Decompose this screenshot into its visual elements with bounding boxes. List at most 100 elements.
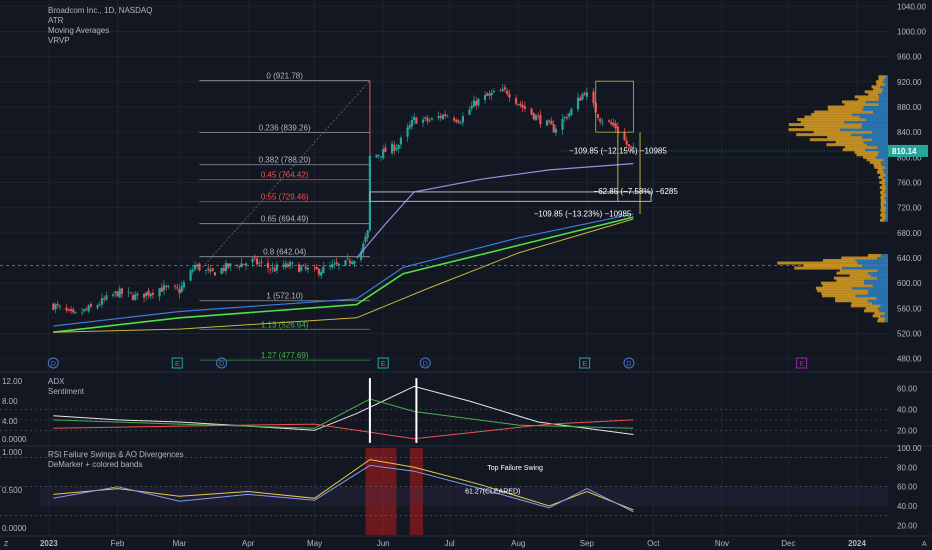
fib-level-label: 1 (572.10)	[266, 292, 303, 301]
candle-body	[607, 120, 611, 122]
volume-profile-bar-up	[886, 75, 888, 79]
candle-body	[271, 267, 274, 269]
rsi-left-tick-label: 0.0000	[2, 524, 27, 533]
adx-y-tick-label: 40.00	[897, 405, 918, 414]
candle-body	[291, 262, 294, 264]
candle-body	[253, 257, 256, 259]
candle-body	[54, 304, 57, 310]
candle-body	[207, 268, 210, 270]
candle-body	[105, 295, 108, 300]
candle-body	[599, 118, 602, 122]
candle-body	[196, 264, 199, 267]
candle-body	[514, 98, 518, 104]
adx-series-line	[53, 385, 634, 435]
candle-body	[592, 91, 595, 104]
candle-body	[576, 97, 580, 110]
candle-body	[72, 309, 75, 313]
candle-body	[313, 267, 316, 269]
candle-body	[601, 121, 604, 123]
indicator-vrvp[interactable]: VRVP	[48, 36, 152, 46]
candle-body	[581, 94, 584, 100]
candle-body	[457, 120, 460, 123]
x-tick-label: Aug	[511, 539, 525, 548]
candle-body	[623, 132, 626, 141]
x-tick-label: Feb	[111, 539, 125, 548]
candle-body	[120, 288, 124, 294]
candle-body	[548, 120, 551, 122]
candle-body	[52, 303, 55, 310]
candle-body	[625, 140, 628, 145]
candle-body	[585, 92, 588, 97]
candle-body	[116, 291, 119, 297]
candle-body	[521, 104, 524, 108]
symbol-title[interactable]: Broadcom Inc., 1D, NASDAQ	[48, 6, 152, 16]
candle-body	[439, 115, 442, 118]
x-tick-label: Sep	[580, 539, 595, 548]
measure-label: −109.85 (−13.23%) −10985	[534, 209, 632, 218]
adx-label[interactable]: ADX	[48, 377, 84, 387]
candle-body	[421, 119, 425, 123]
x-tick-label: Dec	[781, 539, 795, 548]
candle-body	[89, 304, 93, 307]
candle-body	[499, 90, 502, 92]
candle-body	[198, 263, 201, 271]
candle-body	[167, 285, 170, 288]
candle-body	[209, 269, 212, 272]
candle-body	[317, 268, 321, 275]
candle-body	[269, 269, 272, 271]
candle-body	[366, 230, 369, 238]
y-tick-label: 600.00	[897, 279, 922, 288]
zoom-control: Z	[4, 541, 9, 548]
candle-body	[384, 147, 387, 153]
candle-body	[213, 272, 217, 276]
candle-body	[83, 309, 86, 312]
candle-body	[238, 266, 241, 268]
candle-body	[470, 105, 473, 109]
candle-body	[437, 116, 440, 118]
candle-body	[399, 137, 402, 145]
y-tick-label: 1000.00	[897, 27, 926, 36]
candle-body	[180, 285, 183, 292]
sentiment-label[interactable]: Sentiment	[48, 387, 84, 397]
candle-body	[251, 258, 254, 263]
candle-body	[583, 93, 586, 96]
indicator-atr[interactable]: ATR	[48, 16, 152, 26]
candle-body	[147, 290, 150, 296]
candle-body	[379, 156, 383, 158]
x-tick-label: Oct	[647, 539, 660, 548]
candle-body	[530, 108, 533, 115]
candle-body	[483, 95, 487, 101]
indicator-moving-averages[interactable]: Moving Averages	[48, 26, 152, 36]
candle-body	[134, 294, 137, 300]
candle-body	[488, 93, 491, 96]
x-tick-label: Jun	[377, 539, 390, 548]
candle-body	[468, 109, 471, 115]
candle-body	[503, 87, 507, 90]
candle-body	[490, 92, 493, 96]
candle-body	[300, 266, 303, 271]
rsi-label[interactable]: RSI Failure Swings & AO Divergences	[48, 450, 184, 460]
candle-body	[255, 258, 259, 265]
fib-level-label: 0.55 (729.46)	[261, 193, 309, 202]
rsi-annotation: 61.27(CLEARED)	[465, 488, 520, 495]
candle-body	[377, 155, 380, 157]
candle-body	[165, 285, 168, 287]
candle-body	[328, 265, 332, 267]
adx-left-tick-label: 8.00	[2, 397, 18, 406]
adx-y-tick-label: 60.00	[897, 385, 918, 394]
candle-body	[224, 263, 228, 272]
candle-body	[452, 117, 456, 121]
candle-body	[266, 262, 270, 269]
x-tick-label: Jul	[444, 539, 454, 548]
moving-average-line-blue	[53, 213, 634, 327]
candle-body	[178, 289, 181, 294]
candle-body	[333, 263, 336, 265]
candle-body	[486, 93, 489, 96]
demarker-label[interactable]: DeMarker + colored bands	[48, 460, 184, 470]
candle-body	[204, 269, 208, 271]
candle-body	[129, 292, 132, 294]
candle-body	[408, 125, 411, 129]
candle-body	[98, 304, 101, 306]
moving-average-line-green	[53, 216, 634, 333]
adx-left-tick-label: 0.0000	[2, 435, 27, 444]
